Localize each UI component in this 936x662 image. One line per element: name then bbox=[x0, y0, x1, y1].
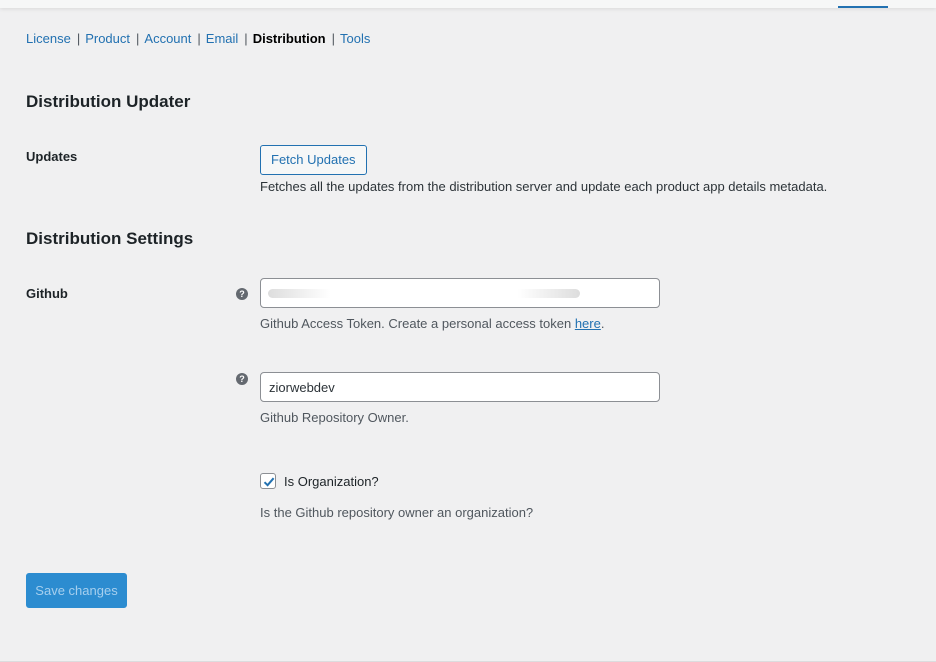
header-active-indicator bbox=[838, 6, 888, 8]
access-token-description: Github Access Token. Create a personal a… bbox=[260, 316, 604, 332]
save-changes-button[interactable]: Save changes bbox=[26, 573, 127, 608]
is-organization-description: Is the Github repository owner an organi… bbox=[260, 505, 534, 520]
help-icon[interactable]: ? bbox=[236, 373, 248, 385]
subnav-account[interactable]: Account bbox=[144, 31, 191, 46]
repository-owner-description: Github Repository Owner. bbox=[260, 410, 409, 425]
fetch-updates-button[interactable]: Fetch Updates bbox=[260, 145, 367, 175]
access-token-description-text: Github Access Token. Create a personal a… bbox=[260, 316, 575, 331]
access-token-description-suffix: . bbox=[600, 316, 605, 331]
updates-label: Updates bbox=[26, 149, 78, 164]
subnav-tools[interactable]: Tools bbox=[340, 31, 370, 46]
redacted-token-overlay bbox=[268, 289, 580, 298]
subnav-email[interactable]: Email bbox=[206, 31, 239, 46]
help-icon[interactable]: ? bbox=[236, 288, 248, 300]
subnav-separator: | bbox=[331, 31, 336, 46]
distribution-updater-heading: Distribution Updater bbox=[26, 92, 191, 111]
subnav-distribution[interactable]: Distribution bbox=[253, 31, 326, 46]
access-token-field-wrapper bbox=[260, 278, 660, 308]
repository-owner-input[interactable] bbox=[260, 372, 660, 402]
settings-subnav: License | Product | Account | Email | Distributi… bbox=[26, 31, 370, 47]
subnav-separator: | bbox=[197, 31, 201, 46]
fetch-updates-description: Fetches all the updates from the distrib… bbox=[260, 179, 828, 194]
distribution-settings-heading: Distribution Settings bbox=[26, 229, 194, 248]
is-organization-checkbox[interactable] bbox=[260, 473, 276, 489]
subnav-separator: | bbox=[136, 31, 140, 46]
admin-header-bar bbox=[0, 0, 936, 8]
subnav-separator: | bbox=[244, 31, 248, 46]
subnav-license[interactable]: License bbox=[26, 31, 71, 46]
subnav-separator: | bbox=[76, 31, 81, 46]
create-token-link[interactable]: here bbox=[575, 316, 601, 331]
github-label: Github bbox=[26, 286, 68, 301]
checkmark-icon bbox=[263, 477, 275, 487]
is-organization-label[interactable]: Is Organization? bbox=[284, 474, 379, 490]
subnav-product[interactable]: Product bbox=[85, 31, 130, 46]
